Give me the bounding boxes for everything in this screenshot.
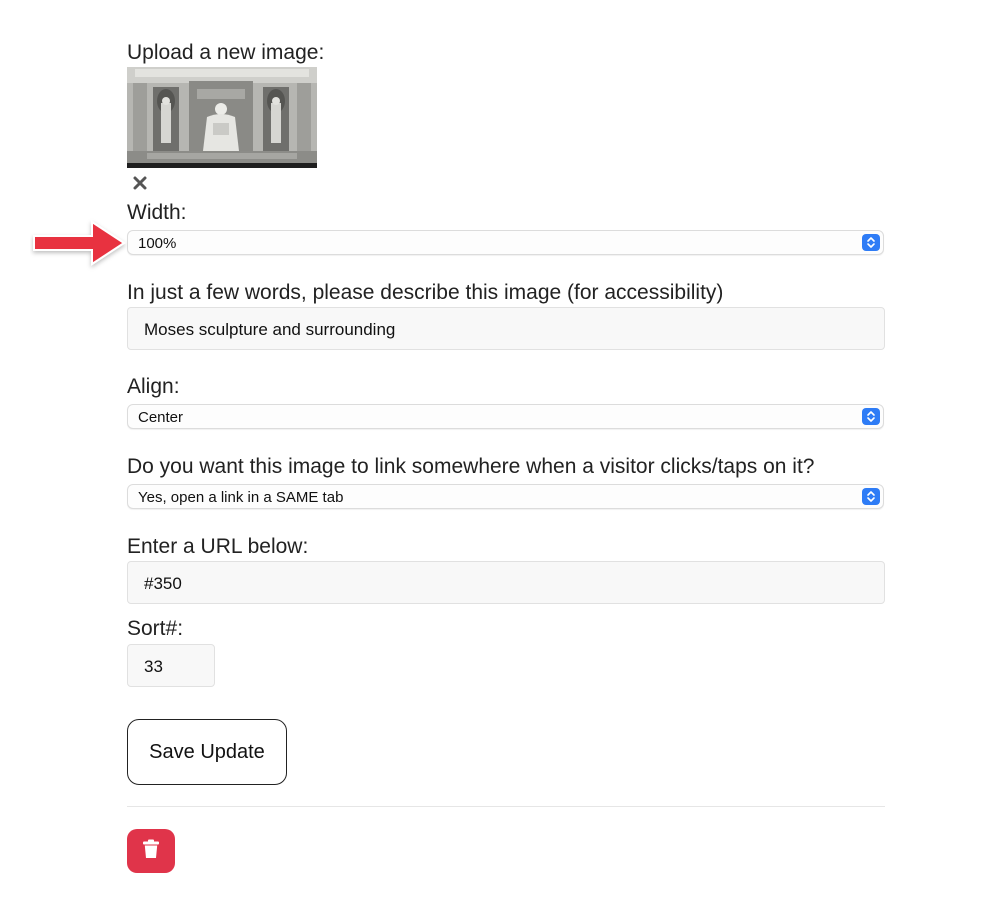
- url-input[interactable]: #350: [127, 561, 885, 604]
- description-input[interactable]: Moses sculpture and surrounding: [127, 307, 885, 350]
- width-select[interactable]: 100%: [127, 230, 884, 255]
- sort-input-value: 33: [144, 657, 163, 676]
- uploaded-image-thumbnail: [127, 67, 317, 168]
- sort-label: Sort#:: [127, 617, 184, 640]
- url-input-value: #350: [144, 574, 182, 593]
- remove-image-icon[interactable]: [132, 174, 148, 192]
- url-label: Enter a URL below:: [127, 535, 309, 558]
- align-select[interactable]: Center: [127, 404, 884, 429]
- divider: [127, 806, 885, 807]
- description-label: In just a few words, please describe thi…: [127, 281, 724, 304]
- select-chevrons-icon: [862, 234, 880, 251]
- description-input-value: Moses sculpture and surrounding: [144, 320, 396, 339]
- select-chevrons-icon: [862, 488, 880, 505]
- width-label: Width:: [127, 201, 187, 224]
- width-select-value: 100%: [138, 235, 177, 252]
- link-select-value: Yes, open a link in a SAME tab: [138, 489, 344, 506]
- annotation-arrow-icon: [30, 214, 130, 279]
- delete-button[interactable]: [127, 829, 175, 873]
- link-label: Do you want this image to link somewhere…: [127, 455, 815, 478]
- align-label: Align:: [127, 375, 180, 398]
- save-update-button[interactable]: Save Update: [127, 719, 287, 785]
- select-chevrons-icon: [862, 408, 880, 425]
- trash-icon: [142, 839, 160, 864]
- sort-input[interactable]: 33: [127, 644, 215, 687]
- link-select[interactable]: Yes, open a link in a SAME tab: [127, 484, 884, 509]
- align-select-value: Center: [138, 409, 184, 426]
- upload-label: Upload a new image:: [127, 41, 325, 64]
